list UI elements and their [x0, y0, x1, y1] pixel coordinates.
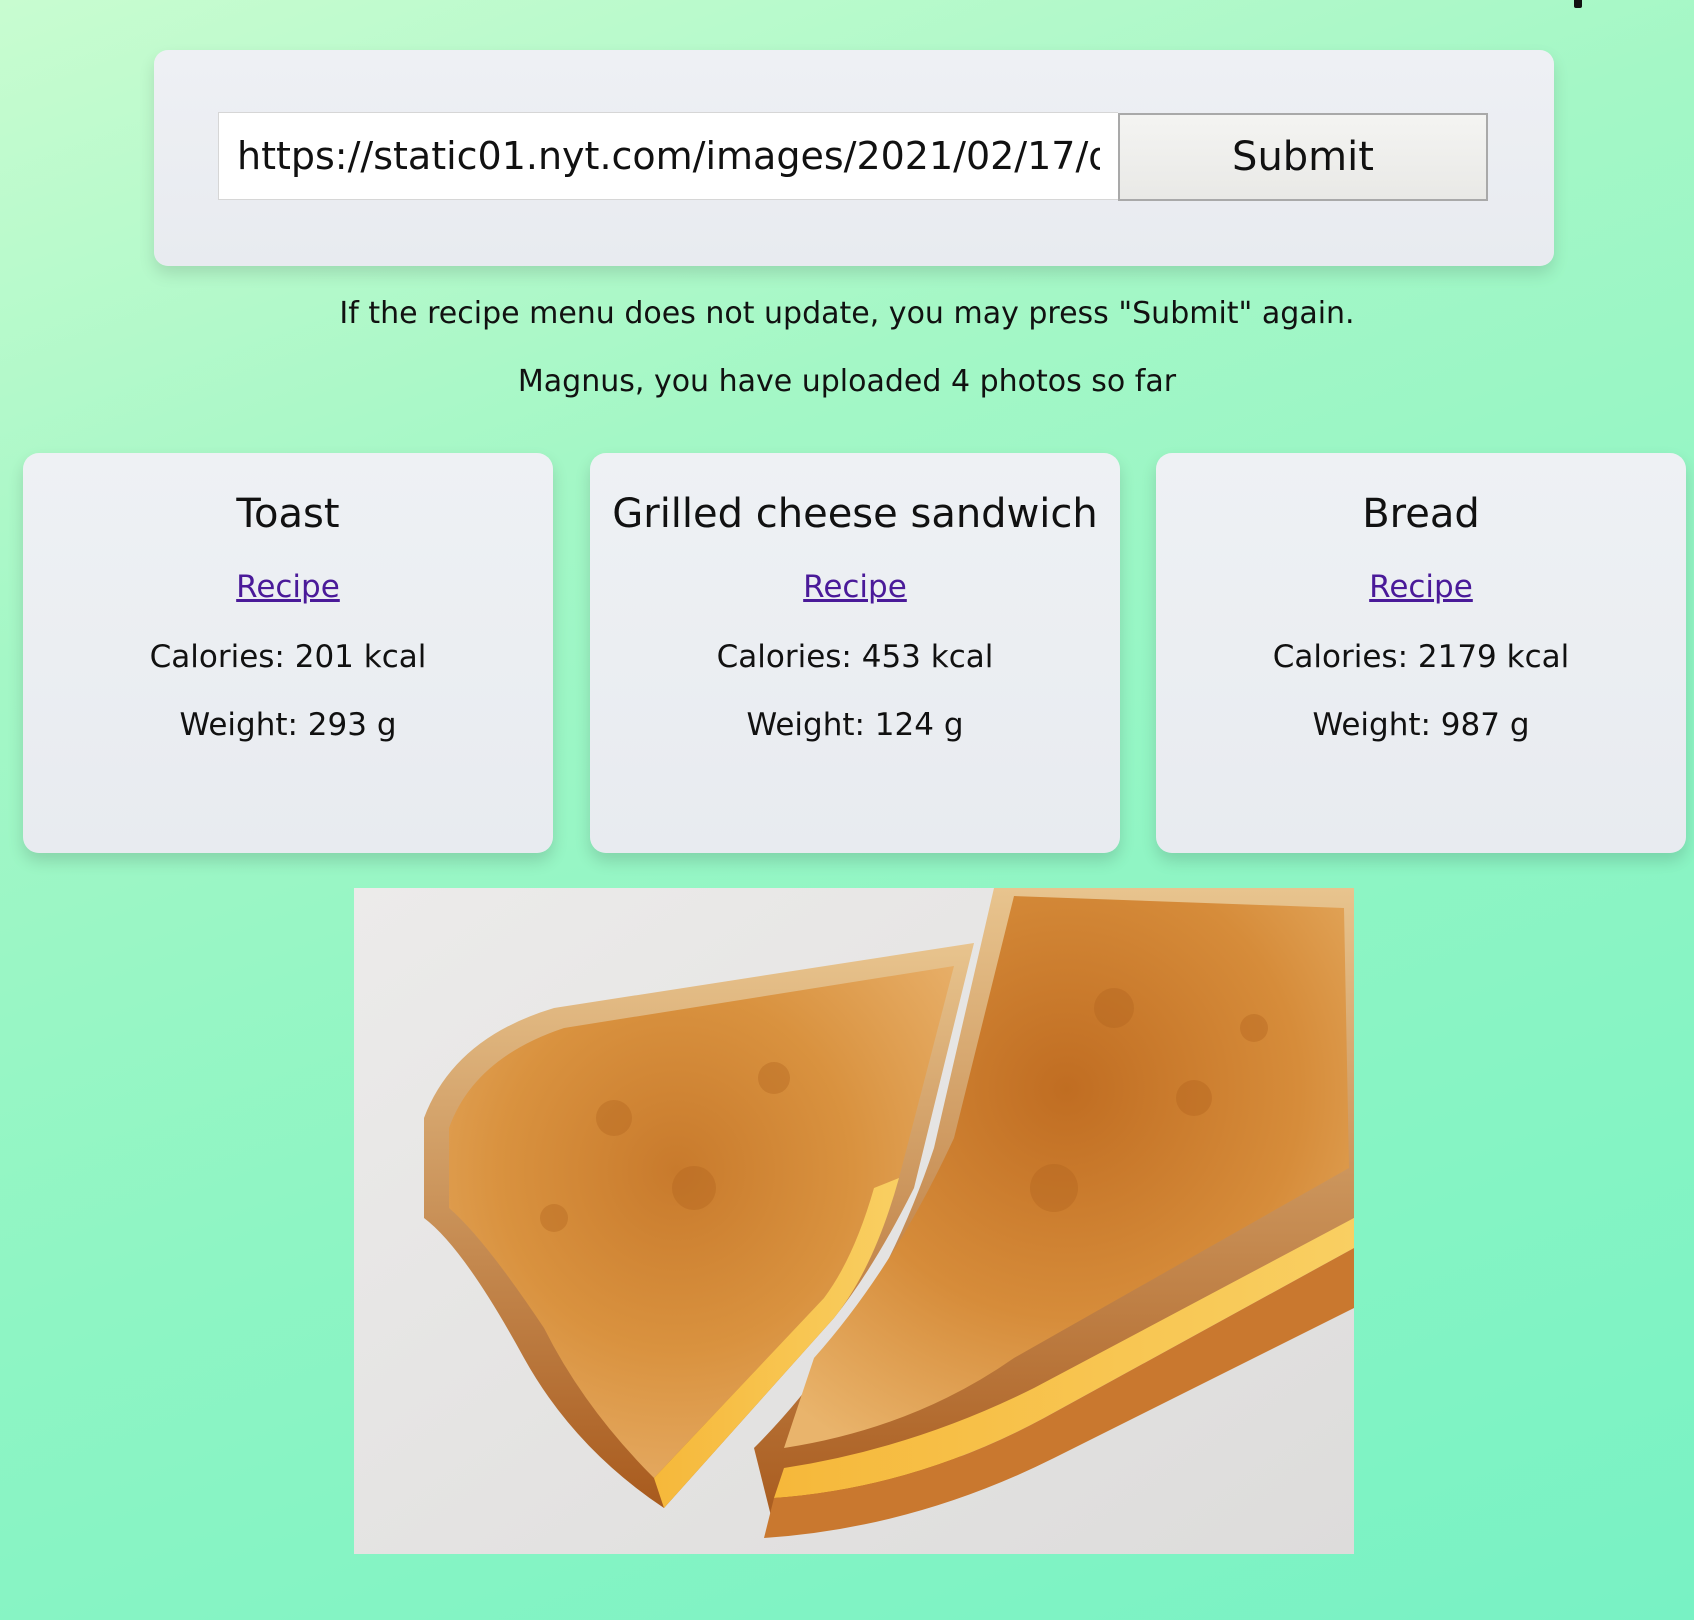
url-submit-panel: Submit [154, 50, 1554, 266]
recipe-card-title: Bread [1362, 491, 1480, 537]
recipe-calories: Calories: 453 kcal [716, 639, 994, 675]
submit-button[interactable]: Submit [1118, 113, 1488, 201]
recipe-card-bread: Bread Recipe Calories: 2179 kcal Weight:… [1156, 453, 1686, 853]
recipe-calories: Calories: 201 kcal [149, 639, 427, 675]
resubmit-hint: If the recipe menu does not update, you … [339, 296, 1355, 331]
recipe-calories: Calories: 2179 kcal [1272, 639, 1570, 675]
recipe-card-grilled-cheese: Grilled cheese sandwich Recipe Calories:… [590, 453, 1120, 853]
image-url-input[interactable] [218, 112, 1118, 200]
recipe-weight: Weight: 293 g [179, 707, 397, 743]
recipe-card-title: Grilled cheese sandwich [612, 491, 1098, 537]
grilled-cheese-sandwich-photo [354, 888, 1354, 1554]
recipe-card-title: Toast [236, 491, 340, 537]
clipped-heading-fragment [1574, 0, 1582, 8]
recipe-card-toast: Toast Recipe Calories: 201 kcal Weight: … [23, 453, 553, 853]
recipe-weight: Weight: 987 g [1312, 707, 1530, 743]
upload-count-message: Magnus, you have uploaded 4 photos so fa… [517, 364, 1177, 399]
recipe-link[interactable]: Recipe [803, 569, 907, 605]
recipe-link[interactable]: Recipe [236, 569, 340, 605]
recipe-weight: Weight: 124 g [746, 707, 964, 743]
recipe-link[interactable]: Recipe [1369, 569, 1473, 605]
